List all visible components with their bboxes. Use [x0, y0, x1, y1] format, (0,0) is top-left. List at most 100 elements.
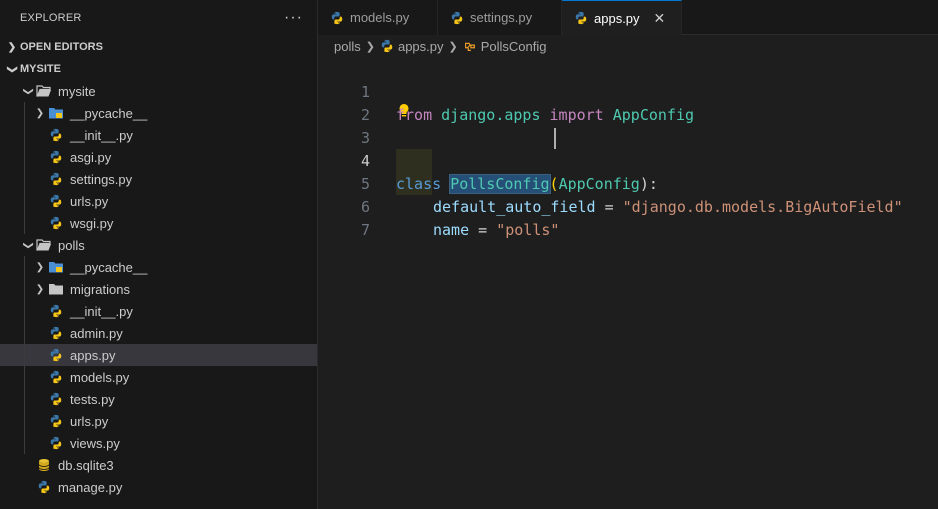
assign-op: = [469, 221, 497, 239]
tree-item-label: __pycache__ [70, 105, 148, 121]
python-file-icon [48, 391, 64, 407]
python-file-icon [574, 11, 588, 25]
indent-guide [24, 146, 25, 168]
python-file-icon [48, 303, 64, 319]
python-file-icon [48, 215, 64, 231]
chevron-right-icon: ❯ [448, 40, 458, 53]
tree-item[interactable]: asgi.py [0, 146, 317, 168]
tree-item-label: urls.py [70, 413, 109, 429]
tree-item[interactable]: ❯ __pycache__ [0, 256, 317, 278]
indent-guide [24, 366, 25, 388]
indent-guide [24, 432, 25, 454]
tree-item-label: manage.py [58, 479, 123, 495]
tree-item-label: migrations [70, 281, 130, 297]
chevron-down-icon[interactable]: ❯ [23, 83, 34, 99]
chevron-right-icon[interactable]: ❯ [32, 284, 48, 295]
code-line-5: 5 default_auto_field = "django.db.models… [318, 150, 938, 216]
line-number: 7 [360, 221, 370, 239]
tree-item-label: db.sqlite3 [58, 457, 114, 473]
indent-guide [24, 212, 25, 234]
explorer-sidebar: EXPLORER ··· ❯ OPEN EDITORS ❯ MYSITE ❯ my… [0, 0, 318, 509]
tree-item[interactable]: __init__.py [0, 300, 317, 322]
text-cursor [554, 128, 556, 149]
pycache-folder-icon [48, 105, 64, 121]
indent-guide [24, 124, 25, 146]
tree-item-label: asgi.py [70, 149, 112, 165]
tab-models-py[interactable]: models.py [318, 0, 438, 35]
python-file-icon [48, 127, 64, 143]
explorer-header: EXPLORER ··· [0, 0, 317, 36]
tree-item[interactable]: manage.py [0, 476, 317, 498]
code-line-3: 3 [318, 104, 938, 147]
tree-item[interactable]: wsgi.py [0, 212, 317, 234]
workspace-label: MYSITE [20, 63, 61, 75]
tree-item[interactable]: db.sqlite3 [0, 454, 317, 476]
tree-item[interactable]: ❯ __pycache__ [0, 102, 317, 124]
indent-guide [24, 322, 25, 344]
string-value: "polls" [496, 221, 560, 239]
indent-guide [24, 256, 25, 278]
open-editors-label: OPEN EDITORS [20, 41, 103, 53]
folder-icon [48, 281, 64, 297]
code-line-2: 2 [318, 81, 938, 124]
tree-item-label: wsgi.py [70, 215, 114, 231]
python-file-icon [48, 193, 64, 209]
attribute-name: name [433, 221, 470, 239]
tree-item-label: __pycache__ [70, 259, 148, 275]
close-icon[interactable]: ✕ [654, 10, 666, 27]
tree-item-label: __init__.py [70, 127, 133, 143]
workspace-section[interactable]: ❯ MYSITE [0, 58, 317, 80]
tree-item-label: __init__.py [70, 303, 133, 319]
tree-item[interactable]: ❯ migrations [0, 278, 317, 300]
pycache-folder-icon [48, 259, 64, 275]
breadcrumb-file[interactable]: apps.py [398, 39, 444, 54]
code-line-4: 4 class PollsConfig(AppConfig): [318, 127, 938, 194]
python-file-icon [450, 11, 464, 25]
tree-item[interactable]: __init__.py [0, 124, 317, 146]
python-file-icon [48, 149, 64, 165]
indent-guide [24, 344, 25, 366]
tree-item-label: mysite [58, 83, 96, 99]
indent-guide [24, 410, 25, 432]
tab-apps-py[interactable]: apps.py ✕ [562, 0, 682, 35]
tree-item[interactable]: models.py [0, 366, 317, 388]
python-file-icon [36, 479, 52, 495]
indent-guide [24, 190, 25, 212]
tab-label: models.py [350, 10, 410, 25]
indent-guide [24, 300, 25, 322]
tree-item-label: polls [58, 237, 85, 253]
python-file-icon [380, 39, 394, 53]
breadcrumb-folder[interactable]: polls [334, 39, 361, 54]
python-file-icon [48, 171, 64, 187]
tree-item[interactable]: urls.py [0, 190, 317, 212]
python-file-icon [48, 435, 64, 451]
tree-item[interactable]: apps.py [0, 344, 317, 366]
chevron-right-icon[interactable]: ❯ [32, 262, 48, 273]
editor-tabs: models.py settings.py apps.py ✕ [318, 0, 938, 35]
tree-item[interactable]: ❯ mysite [0, 80, 317, 102]
tab-settings-py[interactable]: settings.py [438, 0, 562, 35]
code-editor[interactable]: 1 from django.apps import AppConfig 2 3 … [318, 57, 938, 509]
python-file-icon [48, 325, 64, 341]
more-actions-icon[interactable]: ··· [284, 9, 303, 27]
tree-item[interactable]: views.py [0, 432, 317, 454]
open-editors-section[interactable]: ❯ OPEN EDITORS [0, 36, 317, 58]
tree-item-label: apps.py [70, 347, 116, 363]
chevron-right-icon[interactable]: ❯ [32, 108, 48, 119]
tree-item[interactable]: tests.py [0, 388, 317, 410]
tab-label: settings.py [470, 10, 533, 25]
breadcrumb-symbol[interactable]: PollsConfig [481, 39, 547, 54]
tree-item[interactable]: ❯ polls [0, 234, 317, 256]
chevron-down-icon[interactable]: ❯ [23, 237, 34, 253]
python-file-icon [48, 413, 64, 429]
file-tree: ❯ mysite ❯ __pycache__ __init__.py asgi.py set… [0, 80, 317, 498]
tree-item[interactable]: admin.py [0, 322, 317, 344]
code-line-1: 1 from django.apps import AppConfig [318, 58, 938, 124]
tree-item[interactable]: settings.py [0, 168, 317, 190]
tree-item[interactable]: urls.py [0, 410, 317, 432]
database-icon [36, 457, 52, 473]
folder-open-icon [36, 237, 52, 253]
python-file-icon [330, 11, 344, 25]
chevron-right-icon: ❯ [7, 41, 17, 53]
tree-item-label: views.py [70, 435, 120, 451]
